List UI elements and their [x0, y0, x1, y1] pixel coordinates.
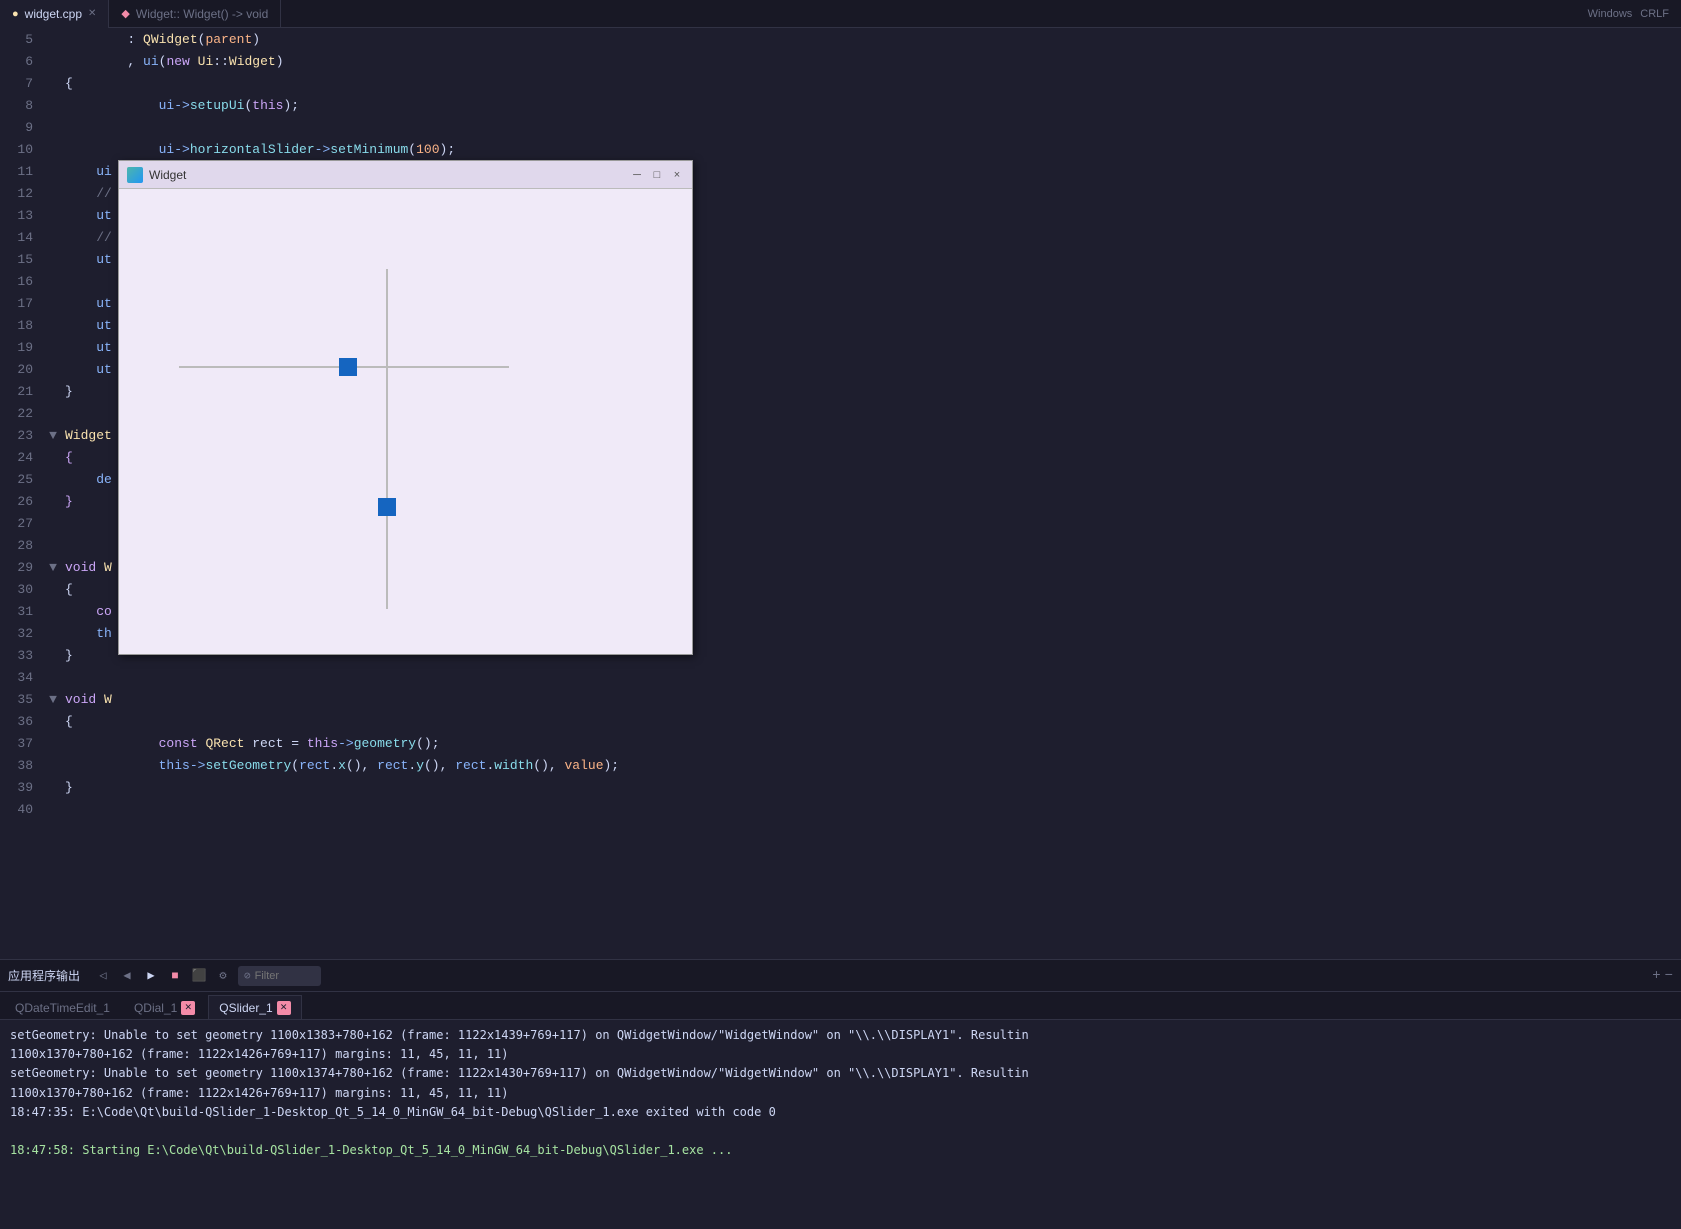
list-item: 1100x1370+780+162 (frame: 1122x1426+769+…	[10, 1045, 1671, 1064]
table-row: 35 ▼ void W	[0, 688, 1681, 710]
toolbar-step-icon[interactable]: ⬛	[190, 967, 208, 985]
table-row: 39 }	[0, 776, 1681, 798]
maximize-button[interactable]: □	[650, 168, 664, 182]
widget-body	[119, 189, 692, 654]
line-ending-label: CRLF	[1640, 8, 1669, 20]
bottom-panel: 应用程序输出 ◁ ◀ ▶ ■ ⬛ ⚙ ⊘ + − QDateTimeEdit_1…	[0, 959, 1681, 1229]
tab-qslider[interactable]: QSlider_1 ✕	[208, 995, 301, 1019]
v-slider-track	[386, 269, 388, 609]
list-item	[10, 1122, 1671, 1141]
tab-fn-icon: ◆	[121, 7, 129, 20]
tab-label: widget.cpp	[25, 7, 82, 21]
tab-qdial-label: QDial_1	[134, 1001, 177, 1015]
table-row: 34	[0, 666, 1681, 688]
list-item: setGeometry: Unable to set geometry 1100…	[10, 1026, 1671, 1045]
filter-icon: ⊘	[244, 969, 251, 983]
tab-qslider-close-icon[interactable]: ✕	[277, 1001, 291, 1015]
table-row: 38 this->setGeometry(rect.x(), rect.y(),…	[0, 754, 1681, 776]
tab-qdatetimeedit[interactable]: QDateTimeEdit_1	[4, 995, 121, 1019]
close-button[interactable]: ×	[670, 168, 684, 182]
horizontal-slider[interactable]	[179, 357, 509, 377]
toolbar-scroll-left-icon[interactable]: ◀	[118, 967, 136, 985]
tab-fn-label: Widget:: Widget() -> void	[136, 7, 268, 21]
tab-qslider-label: QSlider_1	[219, 1001, 272, 1015]
minimize-button[interactable]: ─	[630, 168, 644, 182]
editor-area: 5 : QWidget(parent) 6 , ui(new Ui::Widge…	[0, 28, 1681, 959]
tab-bar: ● widget.cpp ✕ ◆ Widget:: Widget() -> vo…	[0, 0, 1681, 28]
panel-tabs: QDateTimeEdit_1 QDial_1 ✕ QSlider_1 ✕	[0, 992, 1681, 1020]
toolbar-scroll-up-icon[interactable]: ◁	[94, 967, 112, 985]
widget-titlebar: Widget ─ □ ×	[119, 161, 692, 189]
plus-button[interactable]: +	[1652, 969, 1660, 983]
tab-qdial[interactable]: QDial_1 ✕	[123, 995, 206, 1019]
tab-widget-cpp[interactable]: ● widget.cpp ✕	[0, 0, 109, 28]
filter-box: ⊘	[238, 966, 321, 986]
tab-icon: ●	[12, 8, 19, 20]
tab-qdial-close-icon[interactable]: ✕	[181, 1001, 195, 1015]
vertical-slider[interactable]	[377, 269, 397, 609]
tab-qdatetimeedit-label: QDateTimeEdit_1	[15, 1001, 110, 1015]
list-item: 1100x1370+780+162 (frame: 1122x1426+769+…	[10, 1084, 1671, 1103]
minus-button[interactable]: −	[1665, 969, 1673, 983]
toolbar-play-icon[interactable]: ▶	[142, 967, 160, 985]
plus-minus-controls: + −	[1652, 969, 1673, 983]
widget-title: Widget	[149, 168, 630, 182]
table-row: 40	[0, 798, 1681, 820]
widget-app-icon	[127, 167, 143, 183]
table-row: 8 ui->setupUi(this);	[0, 94, 1681, 116]
widget-controls: ─ □ ×	[630, 168, 684, 182]
h-slider-handle[interactable]	[339, 358, 357, 376]
platform-label: Windows	[1588, 8, 1633, 20]
toolbar-settings-icon[interactable]: ⚙	[214, 967, 232, 985]
list-item: 18:47:35: E:\Code\Qt\build-QSlider_1-Des…	[10, 1103, 1671, 1122]
filter-input[interactable]	[255, 970, 315, 982]
v-slider-handle[interactable]	[378, 498, 396, 516]
tab-close-icon[interactable]: ✕	[88, 8, 96, 19]
output-content: setGeometry: Unable to set geometry 1100…	[0, 1020, 1681, 1229]
widget-preview-window[interactable]: Widget ─ □ ×	[118, 160, 693, 655]
list-item: setGeometry: Unable to set geometry 1100…	[10, 1064, 1671, 1083]
toolbar-stop-icon[interactable]: ■	[166, 967, 184, 985]
panel-title: 应用程序输出	[8, 967, 80, 984]
table-row: 10 ui->horizontalSlider->setMinimum(100)…	[0, 138, 1681, 160]
list-item-starting: 18:47:58: Starting E:\Code\Qt\build-QSli…	[10, 1141, 1671, 1160]
table-row: 6 , ui(new Ui::Widget)	[0, 50, 1681, 72]
h-slider-track	[179, 366, 509, 368]
panel-toolbar: 应用程序输出 ◁ ◀ ▶ ■ ⬛ ⚙ ⊘ + −	[0, 960, 1681, 992]
tab-right-area: Windows CRLF	[1588, 8, 1681, 20]
tab-function[interactable]: ◆ Widget:: Widget() -> void	[109, 0, 281, 28]
